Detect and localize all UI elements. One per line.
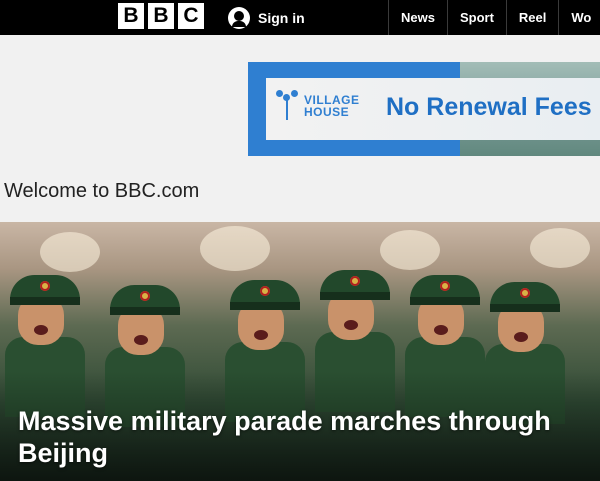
ad-brand-name: VILLAGE HOUSE bbox=[304, 94, 360, 118]
logo-letter-c: C bbox=[178, 3, 204, 29]
sign-in-button[interactable]: Sign in bbox=[228, 0, 305, 35]
ad-panel: VILLAGE HOUSE No Renewal Fees bbox=[266, 78, 600, 140]
nav-item-news[interactable]: News bbox=[388, 0, 447, 35]
nav-item-reel[interactable]: Reel bbox=[505, 0, 558, 35]
bbc-logo[interactable]: B B C bbox=[118, 3, 204, 29]
advertisement-banner[interactable]: VILLAGE HOUSE No Renewal Fees bbox=[248, 62, 600, 156]
background-bokeh bbox=[530, 228, 590, 268]
hero-headline-link[interactable]: Massive military parade marches through … bbox=[18, 405, 598, 469]
logo-letter-b1: B bbox=[118, 3, 144, 29]
logo-letter-b2: B bbox=[148, 3, 174, 29]
primary-nav: News Sport Reel Wo bbox=[388, 0, 600, 35]
account-icon bbox=[228, 6, 250, 29]
top-navigation-bar: B B C Sign in News Sport Reel Wo bbox=[0, 0, 600, 35]
page-title: Welcome to BBC.com bbox=[4, 180, 200, 202]
background-bokeh bbox=[380, 230, 440, 270]
ad-brand-line2: HOUSE bbox=[304, 105, 350, 119]
ad-headline: No Renewal Fees bbox=[386, 93, 592, 121]
sign-in-label: Sign in bbox=[258, 9, 305, 26]
background-bokeh bbox=[200, 226, 270, 271]
ad-brand-logo: VILLAGE HOUSE bbox=[276, 90, 360, 122]
background-bokeh bbox=[40, 232, 100, 272]
nav-item-worklife[interactable]: Wo bbox=[558, 0, 600, 35]
village-house-logo-icon bbox=[276, 90, 298, 122]
nav-item-sport[interactable]: Sport bbox=[446, 0, 506, 35]
